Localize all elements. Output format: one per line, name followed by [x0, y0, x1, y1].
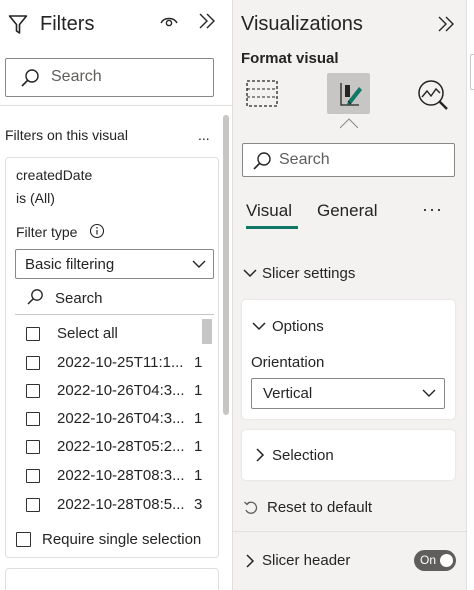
reset-to-default-link[interactable]: Reset to default — [267, 499, 372, 516]
list-item[interactable]: 2022-10-28T05:2... 1 — [24, 433, 210, 461]
options-header[interactable]: Options — [272, 318, 324, 335]
analytics-icon[interactable] — [416, 78, 450, 112]
list-item[interactable]: 2022-10-26T04:3... 1 — [24, 377, 210, 405]
filters-pane: Filters Search Filters on this visual ..… — [0, 0, 232, 590]
info-icon[interactable] — [89, 223, 105, 239]
list-item[interactable]: 2022-10-28T08:5... 3 — [24, 491, 210, 519]
list-item-checkbox[interactable] — [26, 384, 40, 398]
list-item-checkbox[interactable] — [26, 498, 40, 512]
visualizations-title: Visualizations — [241, 13, 363, 35]
list-item[interactable]: 2022-10-28T08:3... 1 — [24, 462, 210, 490]
viz-search-input[interactable]: Search — [242, 143, 455, 177]
require-single-label: Require single selection — [42, 531, 202, 548]
format-visual-label: Format visual — [241, 50, 339, 67]
list-item-checkbox[interactable] — [26, 440, 40, 454]
collapse-filters-icon[interactable] — [198, 13, 216, 29]
tab-visual-underline — [246, 226, 298, 229]
select-all-label: Select all — [57, 325, 118, 342]
list-item-checkbox[interactable] — [26, 356, 40, 370]
selection-card[interactable]: Selection — [242, 430, 455, 480]
tab-general[interactable]: General — [317, 201, 377, 221]
filter-condition: is (All) — [16, 190, 55, 206]
viz-search-placeholder: Search — [279, 151, 330, 168]
orientation-value: Vertical — [263, 385, 313, 402]
format-visual-tab[interactable] — [327, 73, 370, 114]
slicer-header-label[interactable]: Slicer header — [262, 552, 350, 569]
list-item-count: 1 — [194, 354, 203, 371]
chevron-right-icon — [255, 448, 265, 462]
list-item-count: 1 — [194, 410, 203, 427]
list-item-count: 3 — [194, 496, 203, 513]
filters-search-placeholder: Search — [51, 68, 102, 85]
filters-more-options[interactable]: ... — [198, 127, 210, 143]
toggle-state-label: On — [420, 553, 437, 567]
list-item-count: 1 — [194, 382, 203, 399]
reset-icon[interactable] — [243, 500, 259, 516]
slicer-settings-header[interactable]: Slicer settings — [262, 265, 355, 282]
list-item-count: 1 — [194, 438, 203, 455]
list-item-label: 2022-10-28T08:3... — [57, 467, 185, 484]
filters-on-visual-label: Filters on this visual — [5, 127, 128, 143]
select-all-checkbox[interactable] — [26, 327, 40, 341]
collapse-visualizations-icon[interactable] — [437, 16, 455, 32]
paintbrush-icon — [332, 77, 366, 111]
list-item-label: 2022-10-25T11:1... — [57, 354, 184, 371]
list-item-label: 2022-10-26T04:3... — [57, 410, 185, 427]
eye-icon[interactable] — [160, 14, 178, 28]
list-item-count: 1 — [194, 467, 203, 484]
search-icon — [20, 68, 40, 88]
chevron-right-icon[interactable] — [245, 554, 255, 568]
list-item[interactable]: 2022-10-26T04:3... 1 — [24, 405, 210, 433]
chevron-down-icon[interactable] — [243, 268, 257, 278]
build-visual-icon[interactable] — [245, 78, 279, 110]
list-item-label: 2022-10-26T04:3... — [57, 382, 185, 399]
search-icon — [26, 288, 44, 306]
next-filter-card — [5, 568, 219, 590]
inner-search-input[interactable]: Search — [55, 290, 103, 307]
orientation-select[interactable]: Vertical — [251, 378, 445, 409]
list-item-checkbox[interactable] — [26, 412, 40, 426]
inner-search-underline — [15, 314, 214, 315]
slicer-header-toggle[interactable]: On — [414, 550, 456, 571]
filters-scrollbar[interactable] — [223, 115, 229, 415]
orientation-label: Orientation — [251, 354, 325, 371]
search-icon — [252, 151, 272, 171]
chevron-down-icon — [422, 389, 436, 398]
data-pane-tab[interactable] — [470, 54, 474, 90]
selection-header[interactable]: Selection — [272, 447, 334, 464]
list-item-label: 2022-10-28T08:5... — [57, 496, 185, 513]
divider — [233, 531, 467, 532]
select-all-item[interactable]: Select all — [24, 320, 210, 348]
chevron-down-icon — [192, 260, 206, 269]
chevron-down-icon[interactable] — [252, 321, 266, 331]
filter-funnel-icon — [8, 14, 28, 36]
require-single-checkbox[interactable] — [16, 532, 31, 547]
filter-field-name[interactable]: createdDate — [16, 167, 92, 183]
list-item-label: 2022-10-28T05:2... — [57, 438, 185, 455]
filters-search-input[interactable]: Search — [5, 58, 214, 97]
filter-type-select[interactable]: Basic filtering — [15, 249, 214, 279]
toggle-knob — [440, 554, 453, 567]
active-tab-notch — [340, 117, 358, 129]
filter-type-value: Basic filtering — [25, 256, 115, 273]
list-item[interactable]: 2022-10-25T11:1... 1 — [24, 349, 210, 377]
options-card: Options Orientation Vertical — [242, 300, 455, 419]
filters-title: Filters — [40, 13, 95, 35]
visualizations-pane: Visualizations Format visual Search Visu… — [232, 0, 467, 590]
viz-more-options[interactable]: ··· — [422, 199, 443, 220]
list-item-checkbox[interactable] — [26, 469, 40, 483]
tab-visual[interactable]: Visual — [246, 201, 292, 221]
filter-type-label: Filter type — [16, 224, 78, 240]
divider — [0, 105, 232, 106]
